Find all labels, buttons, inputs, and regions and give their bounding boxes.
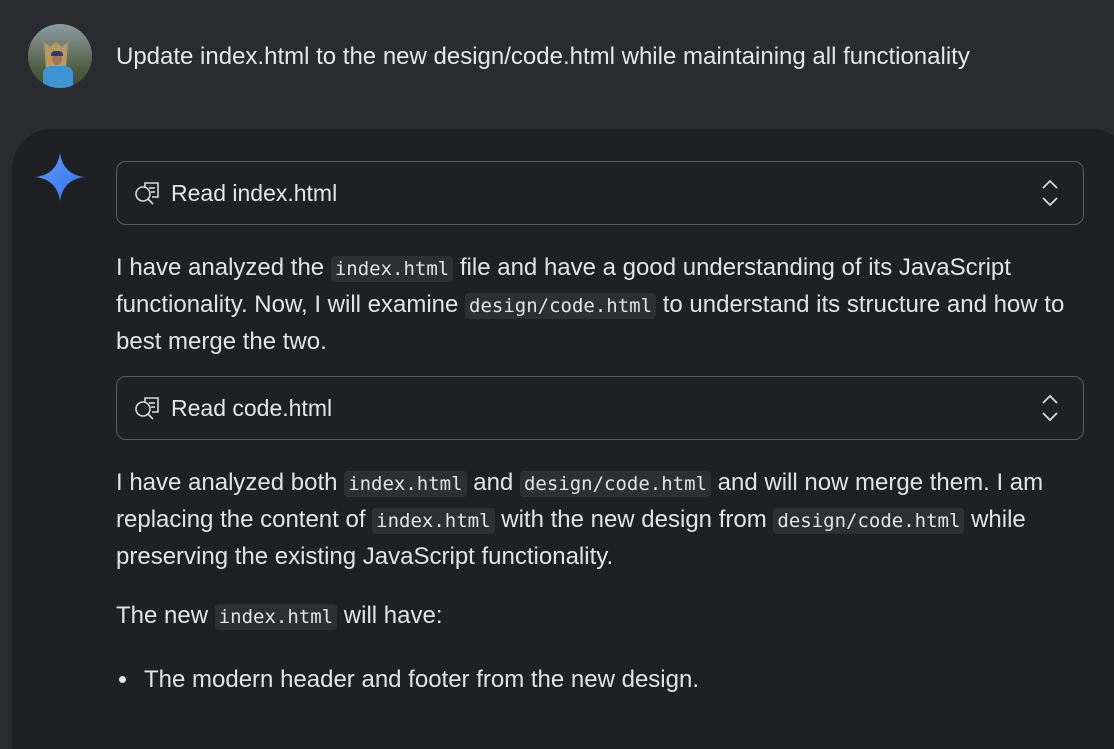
inline-code: index.html [330,256,454,282]
user-avatar [28,24,92,88]
expand-collapse-icon[interactable] [1041,178,1059,208]
tool-call-read-index[interactable]: Read index.html [116,161,1084,225]
inline-code: index.html [372,508,495,534]
assistant-message: I have analyzed both index.html and desi… [116,469,1044,570]
gemini-spark-icon [36,153,84,201]
tool-call-read-code[interactable]: Read code.html [116,376,1084,440]
inline-code: design/code.html [465,293,657,319]
tool-call-label: Read index.html [171,179,338,206]
assistant-message: I have analyzed the index.html file and … [116,254,1065,355]
search-document-icon [135,397,159,420]
inline-code: design/code.html [773,508,965,534]
bullet-list: The modern header and footer from the ne… [116,662,1101,697]
tool-call-label: Read code.html [171,394,333,421]
inline-code: index.html [344,471,467,497]
expand-collapse-icon[interactable] [1041,393,1059,423]
inline-code: index.html [214,604,338,630]
inline-code: design/code.html [519,471,711,497]
user-prompt: Update index.html to the new design/code… [116,43,970,70]
search-document-icon [135,182,159,205]
list-item: The modern header and footer from the ne… [140,662,1101,697]
assistant-message: The new index.html will have: [116,602,443,630]
